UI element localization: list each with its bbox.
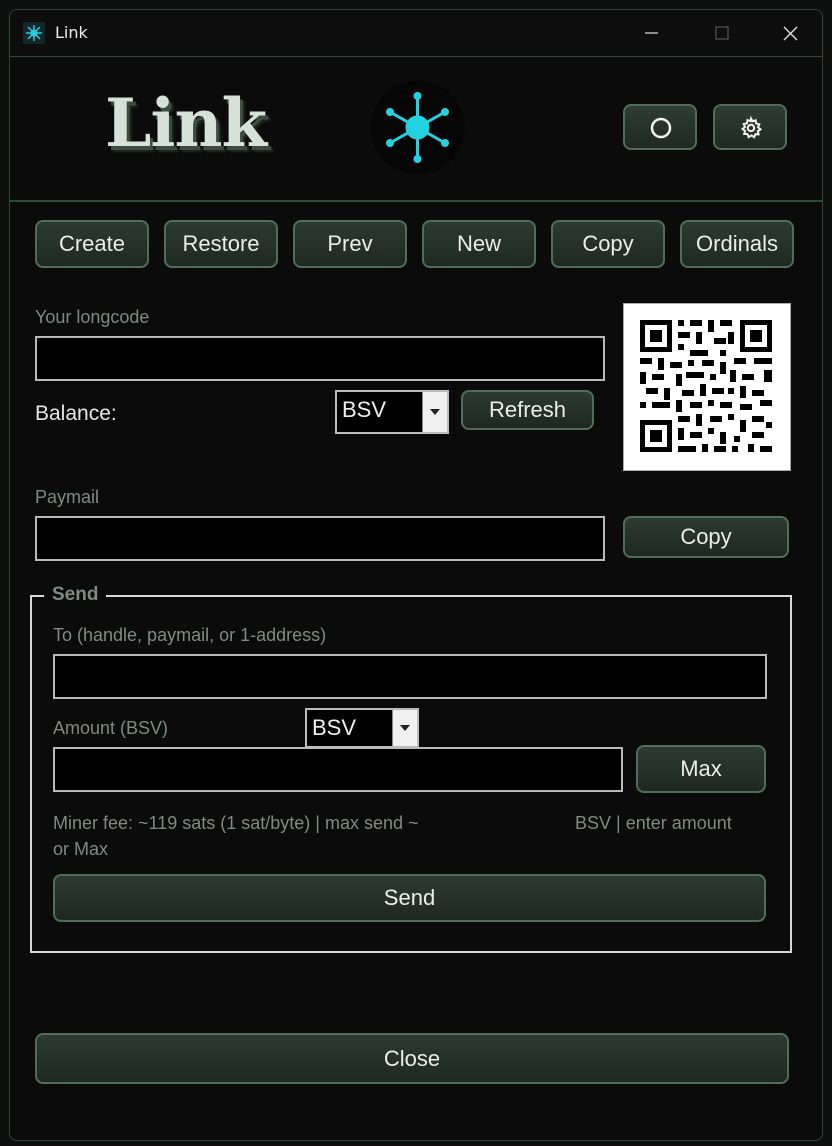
amount-field[interactable]	[53, 747, 623, 792]
fee-text-end: or Max	[53, 839, 109, 859]
fee-text-unit: BSV | enter amount	[575, 813, 732, 833]
logo-text: Link	[105, 84, 267, 162]
qr-code-image	[640, 320, 772, 452]
paymail-label: Paymail	[35, 487, 100, 507]
app-icon	[23, 22, 45, 44]
balance-label: Balance:	[35, 402, 117, 425]
settings-button[interactable]	[713, 104, 787, 150]
close-button[interactable]: Close	[35, 1033, 789, 1084]
ordinals-button[interactable]: Ordinals	[680, 220, 794, 268]
title-bar: Link	[10, 10, 822, 56]
gear-icon	[740, 116, 763, 139]
recipient-field[interactable]	[53, 654, 767, 699]
prev-button[interactable]: Prev	[293, 220, 407, 268]
balance-unit-value: BSV	[342, 397, 387, 422]
send-group-title: Send	[44, 584, 107, 606]
copy-longcode-button[interactable]: Copy	[551, 220, 665, 268]
network-logo-icon	[370, 80, 465, 175]
window-title: Link	[55, 23, 88, 42]
chevron-down-icon	[422, 392, 447, 432]
copy-paymail-button[interactable]: Copy	[623, 516, 789, 558]
balance-unit-select[interactable]: BSV	[335, 390, 449, 434]
circle-icon	[650, 117, 672, 139]
amount-unit-value: BSV	[312, 715, 357, 740]
amount-unit-select[interactable]: BSV	[305, 708, 419, 748]
send-button[interactable]: Send	[53, 874, 766, 922]
minimize-button[interactable]	[618, 10, 684, 56]
fee-info: Miner fee: ~119 sats (1 sat/byte) | max …	[53, 810, 765, 862]
max-button[interactable]: Max	[636, 745, 766, 793]
create-button[interactable]: Create	[35, 220, 149, 268]
chevron-down-icon	[392, 710, 417, 746]
qr-code	[623, 303, 791, 471]
maximize-icon	[715, 26, 729, 40]
close-window-button[interactable]	[756, 10, 822, 56]
longcode-label: Your longcode	[35, 307, 150, 327]
longcode-field[interactable]	[35, 336, 605, 381]
amount-label: Amount (BSV)	[53, 718, 169, 738]
theme-toggle-button[interactable]	[623, 104, 697, 150]
app-window: Link Link Create Restore Prev New Copy O…	[9, 9, 823, 1141]
minimize-icon	[645, 32, 658, 34]
paymail-field[interactable]	[35, 516, 605, 561]
restore-button[interactable]: Restore	[164, 220, 278, 268]
fee-text-start: Miner fee: ~119 sats (1 sat/byte) | max …	[53, 813, 419, 833]
recipient-label: To (handle, paymail, or 1-address)	[53, 625, 327, 645]
maximize-button[interactable]	[684, 10, 750, 56]
new-button[interactable]: New	[422, 220, 536, 268]
close-icon	[783, 26, 798, 41]
header: Link	[10, 56, 822, 202]
refresh-button[interactable]: Refresh	[461, 390, 594, 430]
